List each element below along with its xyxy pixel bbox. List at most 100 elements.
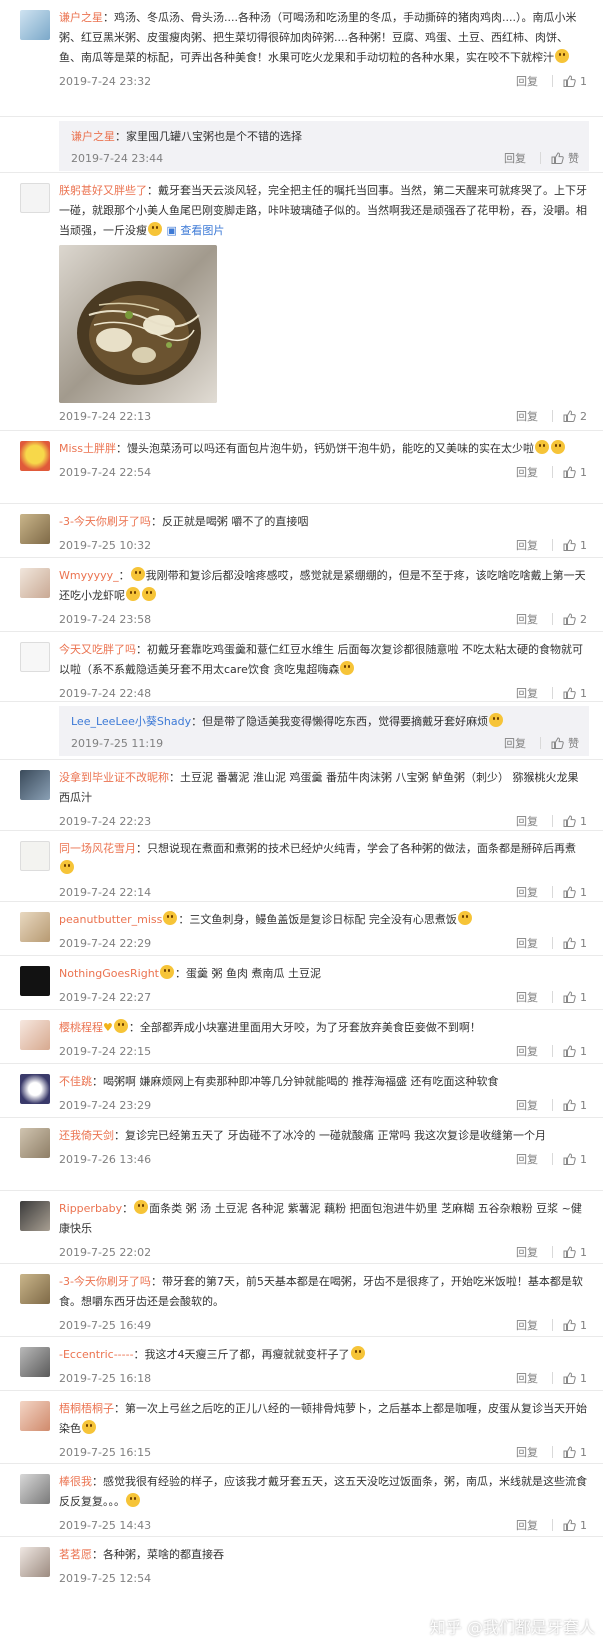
avatar[interactable] [20, 1128, 50, 1158]
like-button[interactable]: 1 [563, 937, 589, 950]
like-button[interactable]: 1 [563, 886, 589, 899]
like-button[interactable]: 1 [563, 466, 589, 479]
like-button[interactable]: 2 [563, 613, 589, 626]
like-count: 1 [580, 990, 587, 1004]
avatar[interactable] [20, 1020, 50, 1050]
avatar[interactable] [20, 1401, 50, 1431]
reply-button[interactable]: 回复 [516, 1370, 538, 1386]
avatar[interactable] [20, 514, 50, 544]
avatar[interactable] [20, 1074, 50, 1104]
like-button[interactable]: 1 [563, 75, 589, 88]
like-button[interactable]: 1 [563, 1153, 589, 1166]
view-image-link[interactable]: ▣ 查看图片 [167, 224, 225, 237]
avatar[interactable] [20, 1547, 50, 1577]
emoji-icon [126, 1493, 140, 1507]
like-button[interactable]: 1 [563, 539, 589, 552]
comment-username[interactable]: 谦户之星 [59, 11, 103, 24]
like-button[interactable]: 1 [563, 1446, 589, 1459]
reply-button[interactable]: 回复 [516, 1517, 538, 1533]
avatar[interactable] [20, 10, 50, 40]
like-button[interactable]: 1 [563, 815, 589, 828]
avatar[interactable] [20, 1274, 50, 1304]
like-button[interactable]: 1 [563, 1372, 589, 1385]
reply-button[interactable]: 回复 [516, 884, 538, 900]
comment-username[interactable]: 谦户之星 [71, 130, 115, 143]
watermark: 知乎 @我们都是牙套人 [429, 1618, 595, 1637]
comment-username[interactable]: 樱桃程程 [59, 1021, 103, 1034]
comment-username[interactable]: peanutbutter_miss [59, 913, 162, 926]
comment-text: 茗茗愿：各种粥，菜啥的都直接吞 [59, 1548, 224, 1561]
avatar[interactable] [20, 912, 50, 942]
avatar[interactable] [20, 770, 50, 800]
avatar[interactable] [20, 1201, 50, 1231]
avatar[interactable] [20, 568, 50, 598]
subreply-item: 谦户之星：家里囤几罐八宝粥也是个不错的选择 2019-7-24 23:44 回复… [59, 121, 589, 171]
avatar[interactable] [20, 183, 50, 213]
comment-item: 棒很我：感觉我很有经验的样子，应该我才戴牙套五天，这五天没吃过饭面条，粥，南瓜，… [0, 1464, 603, 1537]
thumbs-up-icon [563, 937, 576, 949]
reply-button[interactable]: 回复 [516, 1444, 538, 1460]
avatar[interactable] [20, 966, 50, 996]
like-button[interactable]: 2 [563, 410, 589, 423]
emoji-icon [340, 661, 355, 675]
reply-button[interactable]: 回复 [516, 1244, 538, 1260]
reply-button[interactable]: 回复 [504, 735, 526, 751]
comment-item: 没拿到毕业证不改昵称：土豆泥 番薯泥 淮山泥 鸡蛋羹 番茄牛肉沫粥 八宝粥 鲈鱼… [0, 760, 603, 831]
comment-text: -3-今天你刷牙了吗：带牙套的第7天，前5天基本都是在喝粥，牙齿不是很疼了，开始… [59, 1275, 583, 1308]
reply-button[interactable]: 回复 [516, 537, 538, 553]
comment-meta: 2019-7-24 23:58 回复 2 [59, 608, 589, 630]
comment-time: 2019-7-24 22:23 [59, 814, 152, 828]
comment-username[interactable]: 梧桐梧桐子 [59, 1402, 114, 1415]
avatar[interactable] [20, 1347, 50, 1377]
reply-button[interactable]: 回复 [516, 408, 538, 424]
reply-button[interactable]: 回复 [504, 150, 526, 166]
like-button[interactable]: 赞 [551, 735, 579, 751]
thumbs-up-icon [563, 687, 576, 699]
reply-button[interactable]: 回复 [516, 1151, 538, 1167]
comment-username[interactable]: Ripperbaby [59, 1202, 122, 1215]
reply-button[interactable]: 回复 [516, 685, 538, 701]
comment-username[interactable]: 不佳跳 [59, 1075, 92, 1088]
like-button[interactable]: 1 [563, 1246, 589, 1259]
avatar[interactable] [20, 441, 50, 471]
reply-button[interactable]: 回复 [516, 935, 538, 951]
reply-button[interactable]: 回复 [516, 611, 538, 627]
avatar[interactable] [20, 1474, 50, 1504]
emoji-icon [142, 587, 156, 601]
comment-username[interactable]: 今天又吃胖了吗 [59, 643, 136, 656]
like-button[interactable]: 1 [563, 1519, 589, 1532]
like-button[interactable]: 1 [563, 1045, 589, 1058]
comment-username[interactable]: Lee_LeeLee小葵Shady [71, 715, 191, 728]
like-button[interactable]: 1 [563, 991, 589, 1004]
comment-text: 还我倚天剑：复诊完已经第五天了 牙齿碰不了冰冷的 一碰就酸痛 正常吗 我这次复诊… [59, 1129, 546, 1142]
like-button[interactable]: 1 [563, 1099, 589, 1112]
avatar[interactable] [20, 841, 50, 871]
avatar[interactable] [20, 642, 50, 672]
comment-username[interactable]: 茗茗愿 [59, 1548, 92, 1561]
like-button[interactable]: 1 [563, 687, 589, 700]
comment-content: 喝粥啊 嫌麻烦网上有卖那种即冲等几分钟就能喝的 推荐海福盛 还有吃面这种软食 [103, 1075, 499, 1088]
reply-button[interactable]: 回复 [516, 989, 538, 1005]
comment-username[interactable]: NothingGoesRight [59, 967, 159, 980]
comment-username[interactable]: 还我倚天剑 [59, 1129, 114, 1142]
reply-button[interactable]: 回复 [516, 1043, 538, 1059]
comment-username[interactable]: -Eccentric----- [59, 1348, 134, 1361]
comment-username[interactable]: 没拿到毕业证不改昵称 [59, 771, 169, 784]
comment-username[interactable]: Wmyyyyy_ [59, 569, 119, 582]
comment-username[interactable]: Miss土胖胖 [59, 442, 116, 455]
reply-button[interactable]: 回复 [516, 73, 538, 89]
like-button[interactable]: 1 [563, 1319, 589, 1332]
thumbs-up-icon [563, 1446, 576, 1458]
comment-image[interactable] [59, 245, 217, 403]
reply-button[interactable]: 回复 [516, 1317, 538, 1333]
comment-username[interactable]: -3-今天你刷牙了吗 [59, 515, 151, 528]
reply-button[interactable]: 回复 [516, 1097, 538, 1113]
comment-username[interactable]: 朕躬甚好又胖些了 [59, 184, 147, 197]
like-button[interactable]: 赞 [551, 150, 579, 166]
comment-username[interactable]: 同一场风花雪月 [59, 842, 136, 855]
comment-item: 朕躬甚好又胖些了：戴牙套当天云淡风轻，完全把主任的嘱托当回事。当然，第二天醒来可… [0, 173, 603, 431]
reply-button[interactable]: 回复 [516, 813, 538, 829]
reply-button[interactable]: 回复 [516, 464, 538, 480]
comment-username[interactable]: 棒很我 [59, 1475, 92, 1488]
comment-username[interactable]: -3-今天你刷牙了吗 [59, 1275, 151, 1288]
